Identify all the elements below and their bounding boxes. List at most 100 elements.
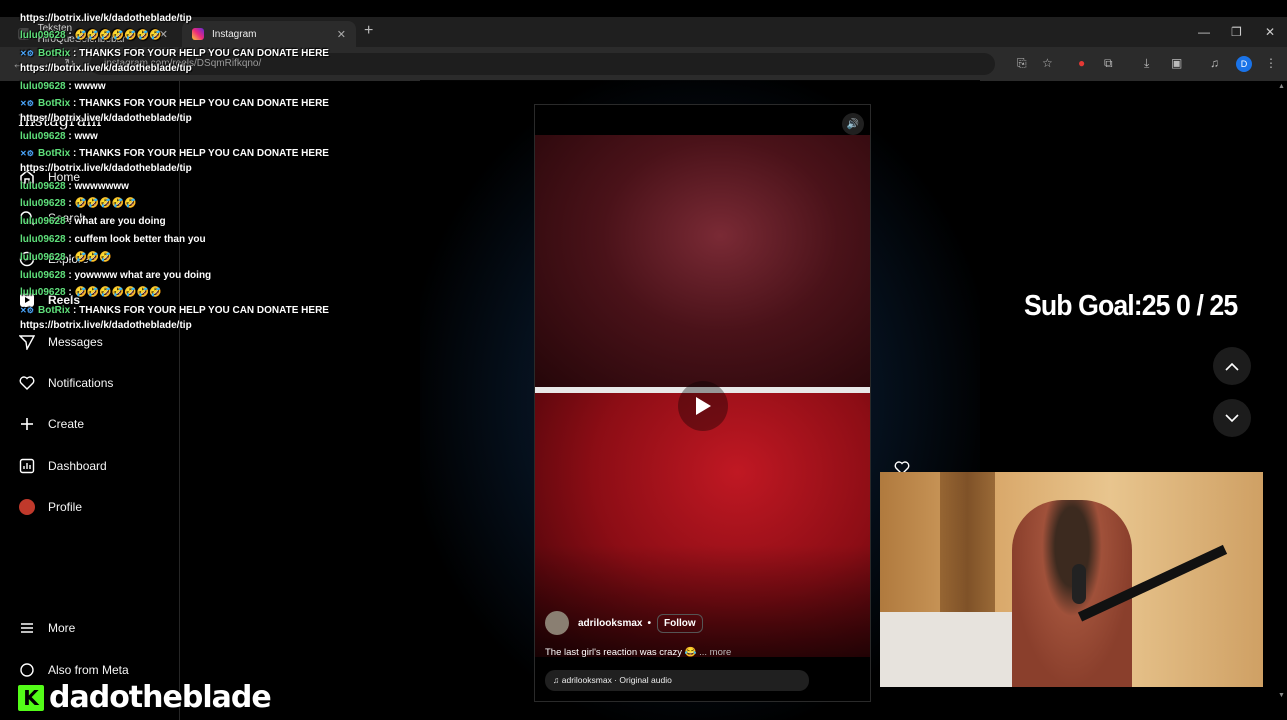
chat-message: lulu09628 : wwwwwww: [20, 181, 129, 192]
screen: Teksten HiroQueSelchbebar ✕ Instagram ✕ …: [0, 0, 1287, 720]
bot-badge-icon: ✕⚙: [20, 99, 34, 108]
music-note-icon: ♫: [553, 675, 562, 685]
chat-donation-link: https://botrix.live/k/dadotheblade/tip: [20, 163, 192, 174]
nav-label: Notifications: [48, 376, 114, 390]
sidebar-panel-icon[interactable]: ▣: [1171, 56, 1182, 70]
tab-title: Instagram: [212, 28, 257, 40]
scroll-down-icon[interactable]: ▼: [1278, 692, 1285, 699]
nav-dashboard[interactable]: Dashboard: [18, 457, 107, 475]
chat-donation-link: https://botrix.live/k/dadotheblade/tip: [20, 63, 192, 74]
window-close-icon[interactable]: ✕: [1265, 25, 1275, 39]
restore-icon[interactable]: ❐: [1231, 25, 1242, 39]
browser-menu-icon[interactable]: ⋮: [1265, 56, 1277, 70]
download-icon[interactable]: ⤓: [1144, 56, 1149, 71]
chat-text: 🤣🤣🤣🤣🤣🤣🤣: [74, 287, 162, 298]
chat-message: lulu09628 : 🤣🤣🤣🤣🤣: [20, 198, 137, 209]
bookmark-star-icon[interactable]: ☆: [1042, 56, 1053, 70]
media-controls-icon[interactable]: ♫: [1210, 56, 1219, 70]
author-separator: •: [647, 617, 651, 629]
chat-message: ✕⚙ BotRix : THANKS FOR YOUR HELP YOU CAN …: [20, 305, 329, 316]
chat-message: https://botrix.live/k/dadotheblade/tip: [20, 13, 192, 24]
chat-username: lulu09628: [20, 252, 66, 263]
chat-username: lulu09628: [20, 234, 66, 245]
nav-more[interactable]: More: [18, 619, 75, 637]
reel-video-top-frame: [535, 135, 870, 387]
reel-caption: The last girl's reaction was crazy 😂 ...…: [545, 647, 731, 658]
hamburger-menu-icon: [18, 619, 36, 637]
browser-tab-bar: Teksten HiroQueSelchbebar ✕ Instagram ✕ …: [0, 17, 1287, 47]
author-username[interactable]: adrilooksmax: [578, 618, 642, 629]
chat-donation-link: https://botrix.live/k/dadotheblade/tip: [20, 320, 192, 331]
chat-text: 🤣🤣🤣: [74, 252, 112, 263]
reel-video[interactable]: 🔊 adrilooksmax • Follow The last girl's …: [534, 104, 871, 702]
previous-reel-button[interactable]: [1213, 347, 1251, 385]
kick-logo-icon: K: [16, 682, 46, 713]
streamer-webcam: [880, 472, 1263, 687]
instagram-favicon-icon: [192, 28, 204, 40]
chat-message: lulu09628 : what are you doing: [20, 216, 166, 227]
follow-button[interactable]: Follow: [657, 613, 703, 633]
reel-author-row: adrilooksmax • Follow: [545, 611, 703, 635]
play-icon[interactable]: [678, 381, 728, 431]
chat-message: lulu09628 : wwww: [20, 81, 106, 92]
volume-icon[interactable]: 🔊: [842, 113, 864, 135]
minimize-icon[interactable]: —: [1198, 25, 1210, 39]
chat-username: BotRix: [38, 305, 71, 316]
extensions-icon[interactable]: ⧉: [1104, 56, 1113, 71]
streamer-name: dadotheblade: [48, 679, 273, 716]
chat-username: BotRix: [38, 148, 71, 159]
caption-more-link[interactable]: ... more: [699, 647, 731, 658]
author-avatar[interactable]: [545, 611, 569, 635]
chat-message: https://botrix.live/k/dadotheblade/tip: [20, 113, 192, 124]
install-app-icon[interactable]: ⎘: [1017, 56, 1027, 71]
chat-text: www: [74, 131, 98, 142]
new-tab-icon[interactable]: +: [364, 22, 373, 40]
heart-icon: [18, 374, 36, 392]
chat-text: wwwwwww: [74, 181, 129, 192]
chat-username: lulu09628: [20, 198, 66, 209]
chevron-up-icon: [1225, 362, 1239, 371]
nav-profile[interactable]: Profile: [18, 498, 82, 516]
chat-message: https://botrix.live/k/dadotheblade/tip: [20, 63, 192, 74]
nav-notifications[interactable]: Notifications: [18, 374, 113, 392]
instagram-sidebar: Instagram Home Search Explore Reels Mess…: [0, 81, 180, 720]
tab-close-icon[interactable]: ✕: [337, 28, 346, 41]
reel-audio[interactable]: ♫ adrilooksmax · Original audio: [545, 670, 809, 691]
nav-messages[interactable]: Messages: [18, 333, 103, 351]
chat-username: lulu09628: [20, 287, 66, 298]
next-reel-button[interactable]: [1213, 399, 1251, 437]
nav-label: Profile: [48, 500, 83, 514]
chat-text: yowwww what are you doing: [74, 270, 212, 281]
chat-text: THANKS FOR YOUR HELP YOU CAN DONATE HERE: [79, 148, 329, 159]
chat-username: lulu09628: [20, 81, 66, 92]
scroll-up-icon[interactable]: ▲: [1278, 83, 1285, 90]
bot-badge-icon: ✕⚙: [20, 306, 34, 315]
chat-message: lulu09628 : 🤣🤣🤣: [20, 252, 112, 263]
chat-message: https://botrix.live/k/dadotheblade/tip: [20, 320, 192, 331]
chat-message: ✕⚙ BotRix : THANKS FOR YOUR HELP YOU CAN …: [20, 98, 329, 109]
streamer-name-banner: K dadotheblade: [16, 679, 273, 716]
chat-username: lulu09628: [20, 30, 66, 41]
nav-label: More: [48, 621, 76, 635]
browser-tab-2[interactable]: Instagram ✕: [182, 21, 356, 47]
chat-username: lulu09628: [20, 131, 66, 142]
nav-label: Create: [48, 417, 85, 431]
nav-create[interactable]: Create: [18, 415, 84, 433]
dashboard-icon: [18, 457, 36, 475]
chat-message: lulu09628 : www: [20, 131, 98, 142]
chat-donation-link: https://botrix.live/k/dadotheblade/tip: [20, 13, 192, 24]
nav-also-from-meta[interactable]: Also from Meta: [18, 661, 129, 679]
plus-icon: [18, 415, 36, 433]
profile-avatar-icon[interactable]: D: [1236, 56, 1252, 72]
chat-text: 🤣🤣🤣🤣🤣🤣🤣: [74, 30, 162, 41]
chat-text: THANKS FOR YOUR HELP YOU CAN DONATE HERE: [79, 48, 329, 59]
sub-goal-counter: Sub Goal:25 0 / 25: [1024, 290, 1238, 322]
chat-username: lulu09628: [20, 270, 66, 281]
chat-message: lulu09628 : 🤣🤣🤣🤣🤣🤣🤣: [20, 287, 162, 298]
caption-text: The last girl's reaction was crazy 😂: [545, 647, 697, 658]
bot-badge-icon: ✕⚙: [20, 149, 34, 158]
nav-label: Also from Meta: [48, 663, 129, 677]
chat-text: THANKS FOR YOUR HELP YOU CAN DONATE HERE: [79, 98, 329, 109]
extension-red-icon[interactable]: ●: [1078, 56, 1085, 70]
page-scrollbar[interactable]: ▲ ▼: [1277, 81, 1287, 701]
